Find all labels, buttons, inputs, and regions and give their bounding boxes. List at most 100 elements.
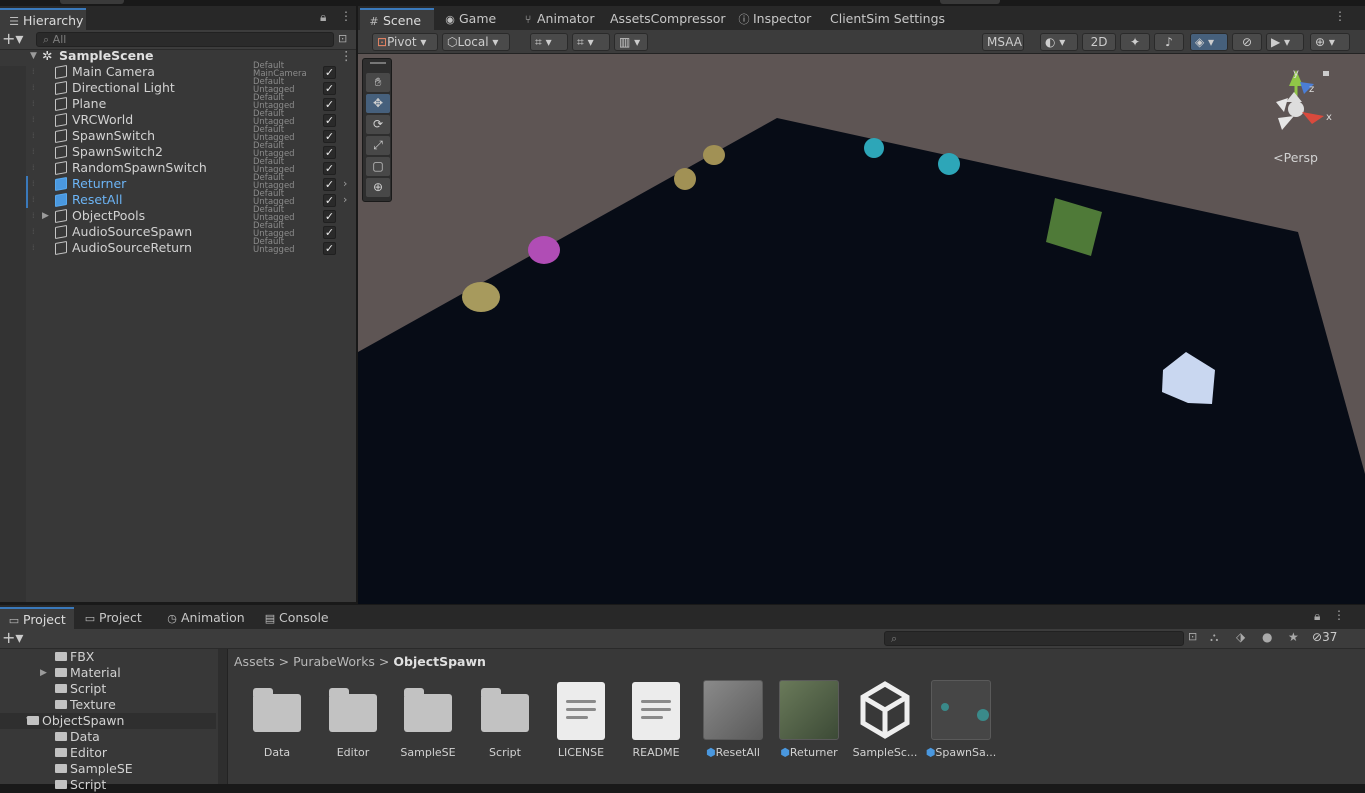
hand-tool-button[interactable]: ✋︎ xyxy=(366,73,390,92)
asset-readme[interactable]: README xyxy=(620,680,692,759)
tab-inspector[interactable]: ⓘ Inspector xyxy=(730,8,819,30)
tab-hierarchy[interactable]: ☰ Hierarchy xyxy=(0,8,86,30)
asset-samplese[interactable]: SampleSE xyxy=(392,680,464,759)
tree-item-script[interactable]: Script xyxy=(0,777,216,793)
drag-handle-icon[interactable]: ⁞ xyxy=(32,208,35,224)
hierarchy-item-returner[interactable]: ⁞ Returner Default Untagged ✓ › xyxy=(0,174,352,192)
star-icon[interactable]: ★ xyxy=(1288,630,1299,644)
scene-menu-icon[interactable]: ⋮ xyxy=(340,48,353,64)
tab-project[interactable]: ▭ Project xyxy=(0,607,74,629)
active-checkbox[interactable]: ✓ xyxy=(323,66,336,79)
tab-project-2[interactable]: ▭ Project xyxy=(76,607,150,629)
tree-item-data[interactable]: Data xyxy=(0,729,216,745)
chevron-right-icon[interactable]: › xyxy=(343,192,347,208)
hierarchy-item-spawnswitch2[interactable]: ⁞ SpawnSwitch2 Default Untagged ✓ xyxy=(0,142,352,160)
tab-console[interactable]: ▤ Console xyxy=(256,607,337,629)
lock-icon[interactable]: 🔒︎ xyxy=(320,10,326,25)
tree-item-script[interactable]: Script xyxy=(0,681,216,697)
effects-dropdown[interactable]: ◈ ▾ xyxy=(1190,33,1228,51)
drag-handle-icon[interactable]: ⁞ xyxy=(32,176,35,192)
tab-animation[interactable]: ◷ Animation xyxy=(158,607,253,629)
drag-handle-icon[interactable]: ⁞ xyxy=(32,160,35,176)
label-icon[interactable]: ⬗ xyxy=(1236,630,1245,644)
drag-handle-icon[interactable]: ⁞ xyxy=(32,112,35,128)
active-checkbox[interactable]: ✓ xyxy=(323,98,336,111)
hierarchy-item-audiosourcereturn[interactable]: ⁞ AudioSourceReturn Default Untagged ✓ xyxy=(0,238,352,256)
lock-icon[interactable]: 🔒︎ xyxy=(1314,609,1320,624)
tree-scrollbar[interactable] xyxy=(218,649,227,784)
more-menu-icon[interactable]: ⋮ xyxy=(1333,608,1345,622)
add-icon[interactable]: +▾ xyxy=(2,29,23,48)
active-checkbox[interactable]: ✓ xyxy=(323,114,336,127)
msaa-button[interactable]: MSAA xyxy=(982,33,1024,51)
tab-clientsim-settings[interactable]: ClientSim Settings xyxy=(822,8,953,30)
filter-type-icon[interactable]: ⛬ xyxy=(1210,630,1218,645)
grid-snap-dropdown[interactable]: ⌗ ▾ xyxy=(530,33,568,51)
drag-handle-icon[interactable]: ⁞ xyxy=(32,128,35,144)
active-checkbox[interactable]: ✓ xyxy=(323,130,336,143)
visibility-toggle[interactable]: ⊘ xyxy=(1232,33,1262,51)
drag-handle-icon[interactable]: ⁞ xyxy=(32,96,35,112)
hierarchy-search-input[interactable]: ⌕ All xyxy=(36,32,334,47)
rotate-tool-button[interactable]: ⟳ xyxy=(366,115,390,134)
more-menu-icon[interactable]: ⋮ xyxy=(340,9,352,23)
search-filter-icon[interactable]: ⊡ xyxy=(338,32,347,45)
active-checkbox[interactable]: ✓ xyxy=(323,162,336,175)
hierarchy-item-plane[interactable]: ⁞ Plane Default Untagged ✓ xyxy=(0,94,352,112)
tab-assetscompressor[interactable]: AssetsCompressor xyxy=(602,8,734,30)
active-checkbox[interactable]: ✓ xyxy=(323,242,336,255)
increment-snap-dropdown[interactable]: ⌗ ▾ xyxy=(572,33,610,51)
drag-handle-icon[interactable]: ⁞ xyxy=(32,80,35,96)
hierarchy-item-resetall[interactable]: ⁞ ResetAll Default Untagged ✓ › xyxy=(0,190,352,208)
asset-license[interactable]: LICENSE xyxy=(545,680,617,759)
breadcrumb-objectspawn[interactable]: ObjectSpawn xyxy=(393,654,486,669)
hierarchy-item-audiosourcespawn[interactable]: ⁞ AudioSourceSpawn Default Untagged ✓ xyxy=(0,222,352,240)
scene-viewport[interactable]: y z x <Persp ✋︎ ✥ ⟳ ⤢ ▢ ⊕ xyxy=(358,54,1365,604)
search-window-icon[interactable]: ⊡ xyxy=(1188,630,1197,643)
audio-toggle[interactable]: ♪ xyxy=(1154,33,1184,51)
asset-spawnsa[interactable]: ⬢SpawnSa... xyxy=(925,680,997,759)
tree-item-objectspawn[interactable]: ▼ObjectSpawn xyxy=(0,713,216,729)
tree-item-texture[interactable]: Texture xyxy=(0,697,216,713)
drag-handle-icon[interactable]: ⁞ xyxy=(32,192,35,208)
palette-handle[interactable] xyxy=(370,62,386,64)
hierarchy-item-spawnswitch[interactable]: ⁞ SpawnSwitch Default Untagged ✓ xyxy=(0,126,352,144)
gizmo-lock-icon[interactable] xyxy=(1323,71,1329,76)
active-checkbox[interactable]: ✓ xyxy=(323,146,336,159)
chevron-down-icon[interactable]: ▼ xyxy=(30,48,37,64)
ruler-dropdown[interactable]: ▥ ▾ xyxy=(614,33,648,51)
gizmos-dropdown[interactable]: ⊕ ▾ xyxy=(1310,33,1350,51)
tab-animator[interactable]: ⑂ Animator xyxy=(514,8,602,30)
orientation-gizmo[interactable]: y z x xyxy=(1276,68,1332,130)
persp-label[interactable]: <Persp xyxy=(1273,150,1318,165)
asset-samplesc[interactable]: SampleSc... xyxy=(849,680,921,759)
shading-dropdown[interactable]: ◐ ▾ xyxy=(1040,33,1078,51)
pivot-dropdown[interactable]: ⊡Pivot ▾ xyxy=(372,33,438,51)
chevron-right-icon[interactable]: › xyxy=(343,176,347,192)
tab-scene[interactable]: # Scene xyxy=(360,8,434,30)
asset-editor[interactable]: Editor xyxy=(317,680,389,759)
active-checkbox[interactable]: ✓ xyxy=(323,82,336,95)
drag-handle-icon[interactable]: ⁞ xyxy=(32,224,35,240)
active-checkbox[interactable]: ✓ xyxy=(323,178,336,191)
tree-item-material[interactable]: ▶ Material xyxy=(0,665,216,681)
hidden-count[interactable]: ⊘37 xyxy=(1312,630,1337,644)
active-checkbox[interactable]: ✓ xyxy=(323,226,336,239)
tree-item-fbx[interactable]: FBX xyxy=(0,649,216,665)
drag-handle-icon[interactable]: ⁞ xyxy=(32,64,35,80)
rect-tool-button[interactable]: ▢ xyxy=(366,157,390,176)
asset-resetall[interactable]: ⬢ResetAll xyxy=(697,680,769,759)
scale-tool-button[interactable]: ⤢ xyxy=(366,136,390,155)
hierarchy-item-objectpools[interactable]: ⁞ ▶ ObjectPools Default Untagged ✓ xyxy=(0,206,352,224)
active-checkbox[interactable]: ✓ xyxy=(323,194,336,207)
chevron-right-icon[interactable]: ▶ xyxy=(42,208,49,224)
transform-tool-button[interactable]: ⊕ xyxy=(366,178,390,197)
breadcrumb-purabeworks[interactable]: PurabeWorks xyxy=(293,654,375,669)
move-tool-button[interactable]: ✥ xyxy=(366,94,390,113)
camera-dropdown[interactable]: ▶ ▾ xyxy=(1266,33,1304,51)
chevron-right-icon[interactable]: ▶ xyxy=(40,665,47,681)
asset-returner[interactable]: ⬢Returner xyxy=(773,680,845,759)
project-search-input[interactable]: ⌕ xyxy=(884,631,1184,646)
tree-item-editor[interactable]: Editor xyxy=(0,745,216,761)
scene-more-icon[interactable]: ⋮ xyxy=(1334,9,1346,23)
